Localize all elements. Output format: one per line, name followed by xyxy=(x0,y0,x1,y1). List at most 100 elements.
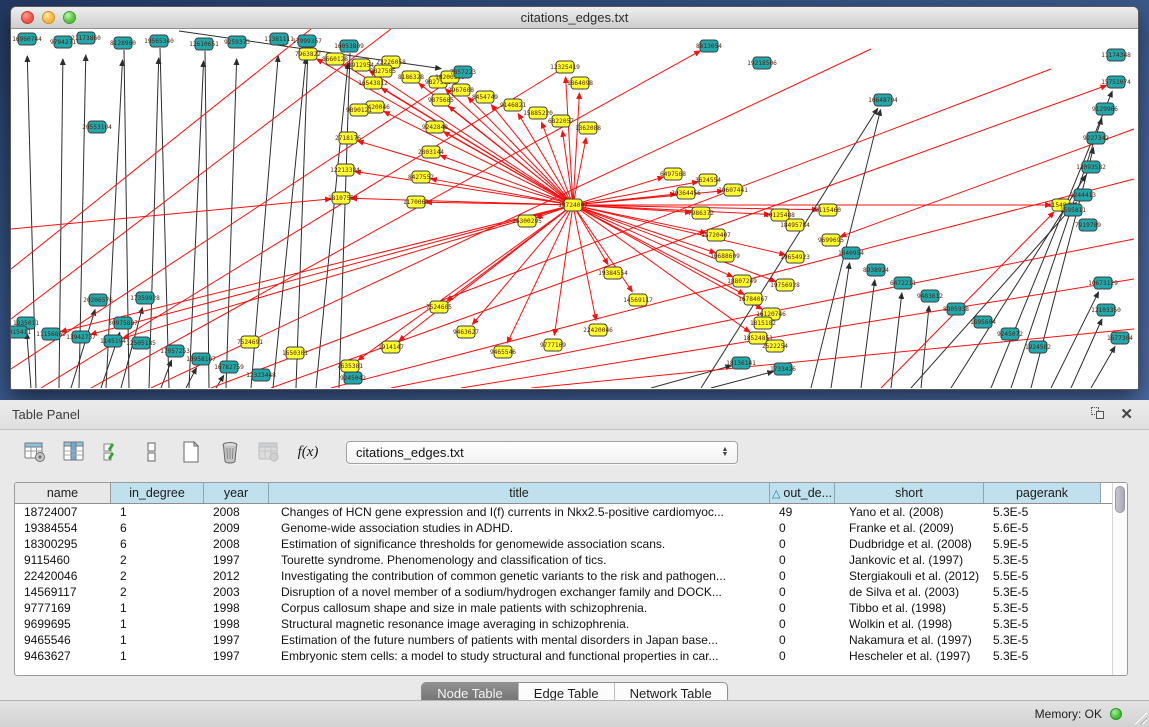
network-node[interactable]: 1695604 xyxy=(970,316,996,328)
network-canvas[interactable]: 1872400779638228660128891295423226058982… xyxy=(11,29,1138,388)
network-node[interactable]: 8813054 xyxy=(696,40,722,52)
function-builder-icon[interactable]: f(x) xyxy=(295,439,321,465)
network-node[interactable]: 15751074 xyxy=(1101,76,1131,88)
network-node[interactable]: 7919789 xyxy=(1075,219,1101,231)
network-node[interactable]: 11156869 xyxy=(36,328,66,340)
column-header-pagerank[interactable]: pagerank xyxy=(984,483,1101,503)
select-columns-icon[interactable] xyxy=(100,439,126,465)
network-node[interactable]: 10673129 xyxy=(1088,277,1118,289)
network-node[interactable]: 22420046 xyxy=(583,324,613,336)
network-window-titlebar[interactable]: citations_edges.txt xyxy=(11,7,1138,29)
column-grid-icon[interactable] xyxy=(61,439,87,465)
table-row[interactable]: 2242004622012Investigating the contribut… xyxy=(15,568,1112,584)
network-node[interactable]: 16543812 xyxy=(358,77,388,89)
network-node[interactable]: 9227342 xyxy=(1083,132,1109,144)
network-node[interactable]: 7524691 xyxy=(237,336,263,348)
network-node[interactable]: 20206576 xyxy=(83,294,113,306)
network-node[interactable]: 16648794 xyxy=(868,94,898,106)
network-node[interactable]: 8427552 xyxy=(408,171,434,183)
network-node[interactable]: 1914147 xyxy=(378,341,404,353)
network-node[interactable]: 1924502 xyxy=(1025,341,1051,353)
network-node[interactable]: 12505185 xyxy=(126,337,156,349)
network-node[interactable]: 1810755 xyxy=(328,192,354,204)
network-node[interactable]: 1650301 xyxy=(282,347,308,359)
network-node[interactable]: 9777169 xyxy=(540,339,566,351)
network-node[interactable]: 6472211 xyxy=(890,277,916,289)
network-node[interactable]: 8938924 xyxy=(863,264,889,276)
network-node[interactable]: 6822057 xyxy=(548,115,574,127)
network-node[interactable]: 2522254 xyxy=(762,340,788,352)
network-node[interactable]: 12610651 xyxy=(189,38,219,50)
column-header-short[interactable]: short xyxy=(835,483,984,503)
network-node[interactable]: 19384554 xyxy=(598,267,628,279)
table-row[interactable]: 969969511998Structural magnetic resonanc… xyxy=(15,616,1112,632)
network-node[interactable]: 8128960 xyxy=(110,37,136,49)
network-node[interactable]: 12213384 xyxy=(330,164,360,176)
network-node[interactable]: 10688609 xyxy=(710,250,740,262)
network-node[interactable]: 7986372 xyxy=(688,207,714,219)
network-node[interactable]: 19218506 xyxy=(747,57,777,69)
row-height-icon[interactable] xyxy=(139,439,165,465)
network-node[interactable]: 11174348 xyxy=(1101,49,1131,61)
network-node[interactable]: 9245042 xyxy=(340,372,366,384)
table-row[interactable]: 1872400712008Changes of HCN gene express… xyxy=(15,504,1112,520)
close-window-icon[interactable] xyxy=(21,11,34,24)
network-node[interactable]: 21173860 xyxy=(71,32,101,44)
zoom-window-icon[interactable] xyxy=(63,11,76,24)
network-node[interactable]: 20364456 xyxy=(671,187,701,199)
network-node[interactable]: 1170063 xyxy=(403,196,429,208)
network-node[interactable]: 9242848 xyxy=(422,121,448,133)
table-settings-icon[interactable] xyxy=(22,439,48,465)
network-node[interactable]: 1864098 xyxy=(567,77,593,89)
network-node[interactable]: 14569117 xyxy=(623,294,653,306)
network-node[interactable]: 16784067 xyxy=(738,293,768,305)
network-node[interactable]: 2718176 xyxy=(335,132,361,144)
network-node[interactable]: 20553104 xyxy=(82,121,112,133)
network-node[interactable]: 7635381 xyxy=(337,360,363,372)
column-header-out_de[interactable]: △out_de... xyxy=(770,483,835,503)
network-node[interactable]: 9129966 xyxy=(1092,103,1118,115)
table-row[interactable]: 1456911722003Disruption of a novel membe… xyxy=(15,584,1112,600)
network-node[interactable]: 9146821 xyxy=(500,99,526,111)
column-header-name[interactable]: name xyxy=(15,483,111,503)
network-node[interactable]: 9463627 xyxy=(453,326,479,338)
network-node[interactable]: 19565340 xyxy=(144,35,174,47)
network-node[interactable]: 18136141 xyxy=(726,357,756,369)
network-node[interactable]: 9115460 xyxy=(815,204,841,216)
network-node[interactable]: 9483612 xyxy=(917,290,943,302)
network-node[interactable]: 1595811 xyxy=(1060,204,1086,216)
network-node[interactable]: 17359928 xyxy=(130,292,160,304)
table-select-dropdown[interactable]: citations_edges.txt ▲▼ xyxy=(346,441,738,464)
table-row[interactable]: 1938455462009Genome-wide association stu… xyxy=(15,520,1112,536)
network-node[interactable]: 13942737 xyxy=(66,331,96,343)
network-node[interactable]: 9465546 xyxy=(490,346,516,358)
network-node[interactable]: 19654923 xyxy=(780,251,810,263)
network-node[interactable]: 1733426 xyxy=(770,363,796,375)
network-node[interactable]: 8905938 xyxy=(943,303,969,315)
column-header-in_degree[interactable]: in_degree xyxy=(111,483,204,503)
network-node[interactable]: 3624554 xyxy=(695,174,721,186)
network-node[interactable]: 6497568 xyxy=(660,168,686,180)
table-vertical-scrollbar[interactable] xyxy=(1112,483,1127,675)
network-node[interactable]: 7963822 xyxy=(295,48,321,60)
network-node[interactable]: 15885220 xyxy=(523,107,553,119)
network-node[interactable]: 9245072 xyxy=(997,328,1023,340)
network-node[interactable]: 8186328 xyxy=(398,71,424,83)
network-node[interactable]: 2967608 xyxy=(448,84,474,96)
network-node[interactable]: 12093582 xyxy=(1076,161,1106,173)
network-node[interactable]: 1677304 xyxy=(1107,332,1133,344)
table-row[interactable]: 977716911998Corpus callosum shape and si… xyxy=(15,600,1112,616)
network-node[interactable]: 1145194 xyxy=(100,335,126,347)
delete-column-icon[interactable] xyxy=(217,439,243,465)
network-node[interactable]: 1362088 xyxy=(575,122,601,134)
network-node[interactable]: 17999357 xyxy=(292,35,322,47)
table-row[interactable]: 946362711997Embryonic stem cells: a mode… xyxy=(15,648,1112,664)
table-row[interactable]: 946554611997Estimation of the future num… xyxy=(15,632,1112,648)
table-row[interactable]: 1830029562008Estimation of significance … xyxy=(15,536,1112,552)
float-window-icon[interactable] xyxy=(1091,406,1104,424)
network-node[interactable]: 16960744 xyxy=(12,33,42,45)
network-node[interactable]: 11381111 xyxy=(264,33,294,45)
table-row[interactable]: 911546021997Tourette syndrome. Phenomeno… xyxy=(15,552,1112,568)
minimize-window-icon[interactable] xyxy=(42,11,55,24)
resize-grip[interactable] xyxy=(1134,712,1147,725)
